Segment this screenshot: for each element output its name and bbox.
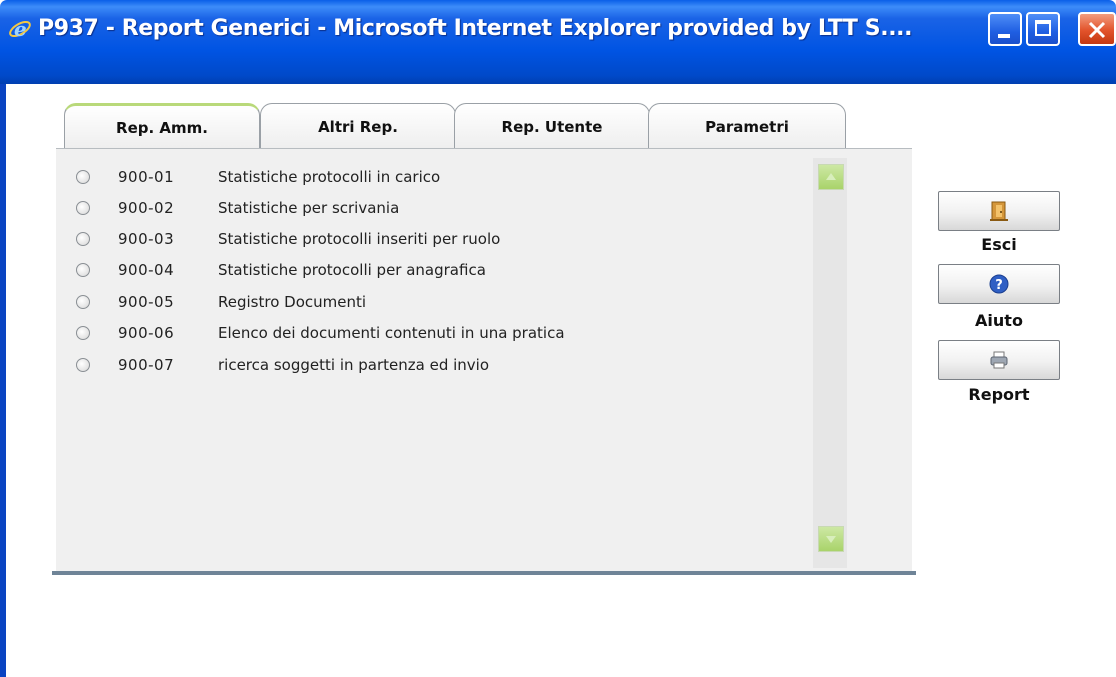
report-label-action: Report bbox=[968, 385, 1030, 404]
help-icon: ? bbox=[989, 274, 1009, 294]
tab-altri-rep[interactable]: Altri Rep. bbox=[260, 103, 456, 149]
tab-rep-amm[interactable]: Rep. Amm. bbox=[64, 103, 260, 149]
report-label: Elenco dei documenti contenuti in una pr… bbox=[218, 324, 565, 342]
tab-rep-utente[interactable]: Rep. Utente bbox=[454, 103, 650, 149]
panel-bottom-border bbox=[52, 571, 916, 575]
report-label: ricerca soggetti in partenza ed invio bbox=[218, 356, 490, 374]
report-code: 900-07 bbox=[118, 356, 175, 374]
scroll-down-button[interactable] bbox=[818, 526, 844, 552]
report-row[interactable]: 900-01 Statistiche protocolli in carico bbox=[76, 166, 440, 188]
report-row[interactable]: 900-07 ricerca soggetti in partenza ed i… bbox=[76, 354, 489, 376]
report-row[interactable]: 900-03 Statistiche protocolli inseriti p… bbox=[76, 228, 500, 250]
report-radio[interactable] bbox=[76, 358, 90, 372]
window-titlebar[interactable]: e P937 - Report Generici - Microsoft Int… bbox=[0, 0, 1116, 84]
aiuto-button[interactable]: ? bbox=[938, 264, 1060, 304]
report-row[interactable]: 900-04 Statistiche protocolli per anagra… bbox=[76, 259, 486, 281]
report-row[interactable]: 900-06 Elenco dei documenti contenuti in… bbox=[76, 322, 565, 344]
maximize-icon bbox=[1035, 20, 1051, 36]
window-title: P937 - Report Generici - Microsoft Inter… bbox=[38, 16, 913, 41]
esci-button[interactable] bbox=[938, 191, 1060, 231]
report-row[interactable]: 900-02 Statistiche per scrivania bbox=[76, 197, 399, 219]
report-code: 900-04 bbox=[118, 261, 175, 279]
report-label: Statistiche protocolli in carico bbox=[218, 168, 441, 186]
report-radio[interactable] bbox=[76, 326, 90, 340]
svg-text:e: e bbox=[14, 17, 27, 41]
scrollbar-track[interactable] bbox=[813, 158, 847, 568]
report-radio[interactable] bbox=[76, 295, 90, 309]
close-icon bbox=[1088, 21, 1106, 39]
report-code: 900-02 bbox=[118, 199, 175, 217]
esci-label: Esci bbox=[981, 235, 1017, 254]
close-button[interactable] bbox=[1078, 12, 1116, 46]
report-code: 900-03 bbox=[118, 230, 175, 248]
report-label: Registro Documenti bbox=[218, 293, 367, 311]
report-label: Statistiche protocolli inseriti per ruol… bbox=[218, 230, 501, 248]
minimize-button[interactable] bbox=[988, 12, 1022, 46]
report-label: Statistiche protocolli per anagrafica bbox=[218, 261, 486, 279]
tab-label: Parametri bbox=[705, 117, 789, 136]
ie-logo-icon: e bbox=[9, 17, 31, 41]
svg-text:?: ? bbox=[995, 278, 1003, 293]
report-radio[interactable] bbox=[76, 201, 90, 215]
arrow-down-icon bbox=[826, 536, 836, 543]
report-code: 900-01 bbox=[118, 168, 175, 186]
arrow-up-icon bbox=[826, 173, 836, 180]
tab-parametri[interactable]: Parametri bbox=[648, 103, 846, 149]
report-row[interactable]: 900-05 Registro Documenti bbox=[76, 291, 366, 313]
report-code: 900-06 bbox=[118, 324, 175, 342]
door-exit-icon bbox=[990, 201, 1008, 221]
report-radio[interactable] bbox=[76, 170, 90, 184]
printer-icon bbox=[990, 351, 1008, 369]
minimize-icon bbox=[998, 34, 1010, 38]
report-radio[interactable] bbox=[76, 263, 90, 277]
report-code: 900-05 bbox=[118, 293, 175, 311]
report-radio[interactable] bbox=[76, 232, 90, 246]
tab-label: Rep. Utente bbox=[501, 117, 603, 136]
tab-label: Rep. Amm. bbox=[116, 118, 208, 137]
tab-label: Altri Rep. bbox=[318, 117, 398, 136]
report-label: Statistiche per scrivania bbox=[218, 199, 400, 217]
maximize-button[interactable] bbox=[1026, 12, 1060, 46]
scroll-up-button[interactable] bbox=[818, 164, 844, 190]
report-button[interactable] bbox=[938, 340, 1060, 380]
aiuto-label: Aiuto bbox=[975, 311, 1023, 330]
